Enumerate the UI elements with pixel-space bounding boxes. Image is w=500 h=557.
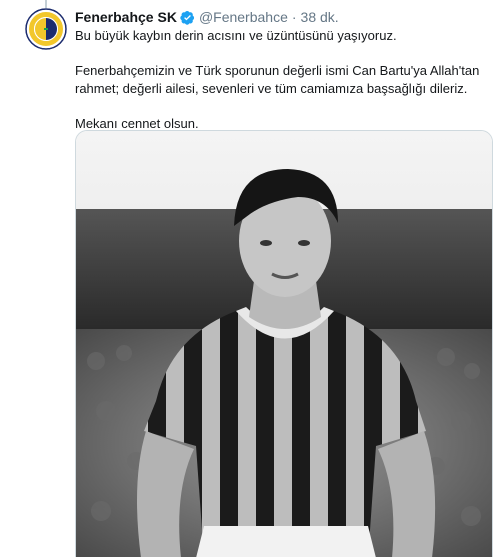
tweet-photo[interactable] xyxy=(75,130,493,557)
tweet-header: Fenerbahçe SK @Fenerbahce · 38 dk. xyxy=(75,8,339,26)
author-name[interactable]: Fenerbahçe SK xyxy=(75,9,177,25)
profile-avatar[interactable] xyxy=(25,8,67,50)
tweet-paragraph: Fenerbahçemizin ve Türk sporunun değerli… xyxy=(75,63,480,96)
verified-badge-icon xyxy=(180,10,195,25)
tweet-body: Bu büyük kaybın derin acısını ve üzüntüs… xyxy=(75,27,495,133)
footballer-photo-image xyxy=(76,131,492,557)
club-crest-icon xyxy=(25,8,67,50)
tweet-paragraph: Bu büyük kaybın derin acısını ve üzüntüs… xyxy=(75,28,397,43)
header-separator: · xyxy=(291,9,297,25)
tweet-timestamp[interactable]: 38 dk. xyxy=(301,9,339,25)
author-handle[interactable]: @Fenerbahce xyxy=(199,9,288,25)
thread-connector-line xyxy=(45,0,47,8)
